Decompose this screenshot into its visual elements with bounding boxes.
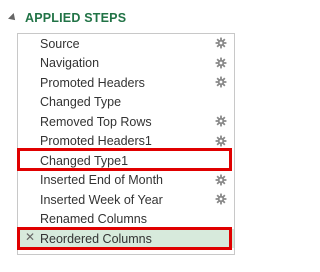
step-inserted-week-of-year[interactable]: Inserted Week of Year — [18, 190, 234, 209]
step-label: Promoted Headers — [40, 75, 145, 90]
applied-steps-header[interactable]: APPLIED STEPS — [8, 8, 127, 28]
collapse-triangle-icon[interactable] — [8, 13, 18, 23]
step-inserted-end-of-month[interactable]: Inserted End of Month — [18, 171, 234, 190]
applied-steps-pane: APPLIED STEPS Source Navigation Promoted… — [0, 0, 250, 272]
gear-icon[interactable] — [215, 115, 227, 127]
step-label: Reordered Columns — [40, 231, 152, 246]
step-renamed-columns[interactable]: Renamed Columns — [18, 210, 234, 229]
step-label: Inserted Week of Year — [40, 192, 163, 207]
step-label: Navigation — [40, 56, 100, 70]
close-icon[interactable]: ✕ — [25, 230, 35, 244]
gear-icon[interactable] — [215, 135, 227, 147]
gear-icon[interactable] — [215, 193, 227, 205]
step-promoted-headers1[interactable]: Promoted Headers1 — [18, 132, 234, 151]
step-promoted-headers[interactable]: Promoted Headers — [18, 73, 234, 92]
step-removed-top-rows[interactable]: Removed Top Rows — [18, 112, 234, 131]
step-label: Removed Top Rows — [40, 114, 152, 129]
step-changed-type1[interactable]: Changed Type1 — [18, 151, 234, 170]
step-navigation[interactable]: Navigation — [18, 54, 234, 73]
step-label: Changed Type — [40, 95, 122, 109]
step-reordered-columns[interactable]: ✕ Reordered Columns — [18, 229, 234, 248]
step-label: Inserted End of Month — [40, 173, 163, 187]
step-label: Source — [40, 36, 80, 51]
gear-icon[interactable] — [215, 174, 227, 186]
gear-icon[interactable] — [215, 76, 227, 88]
panel-title: APPLIED STEPS — [25, 11, 127, 25]
gear-icon[interactable] — [215, 57, 227, 69]
step-source[interactable]: Source — [18, 34, 234, 53]
step-label: Promoted Headers1 — [40, 134, 152, 148]
step-changed-type[interactable]: Changed Type — [18, 93, 234, 112]
step-label: Changed Type1 — [40, 153, 129, 168]
applied-steps-list: Source Navigation Promoted Headers Chang… — [17, 33, 235, 255]
step-label: Renamed Columns — [40, 212, 147, 226]
gear-icon[interactable] — [215, 37, 227, 49]
